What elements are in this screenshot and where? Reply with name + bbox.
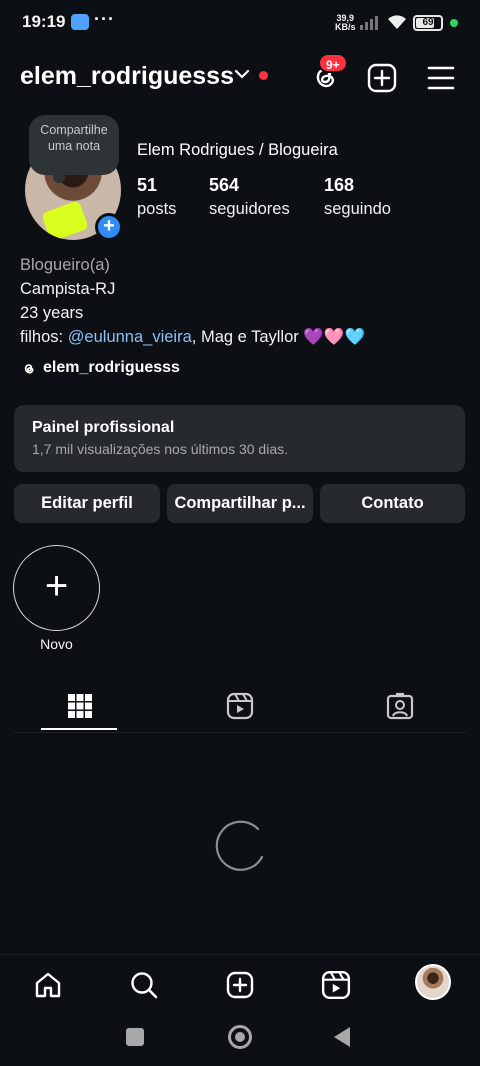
tab-divider [14,732,466,733]
add-content-icon[interactable] [366,62,398,94]
nav-search[interactable] [124,965,164,1005]
bottom-navigation [0,954,480,1014]
home-button-icon[interactable] [228,1025,252,1049]
nav-create[interactable] [220,965,260,1005]
game-controller-icon [71,14,89,30]
stat-label: posts [137,200,177,218]
stat-posts[interactable]: 51 posts [137,174,176,222]
content-tabs [0,680,480,732]
grid-icon [68,694,92,718]
nav-reels[interactable] [316,965,356,1005]
loading-spinner-icon [215,820,264,871]
tab-tagged[interactable] [320,680,480,732]
professional-dashboard[interactable]: Painel profissional 1,7 mil visualizaçõe… [14,405,465,472]
create-icon [226,971,254,999]
wifi-icon [388,15,406,29]
share-profile-button[interactable]: Compartilhar p... [167,484,313,523]
stat-value: 51 [137,175,158,195]
active-tab-indicator [41,728,117,730]
battery-icon: 69 [413,15,443,31]
new-highlight-button[interactable]: + [13,545,100,631]
bio-line: filhos: @eulunna_vieira, Mag e Tayllor 💜… [20,325,365,349]
profile-header: elem_rodriguesss 9+ [0,50,480,104]
stat-label: seguindo [324,200,391,218]
signal-icon [360,16,378,30]
stat-value: 168 [324,175,355,195]
menu-icon[interactable] [424,62,458,94]
back-icon[interactable] [334,1027,350,1047]
threads-profile-link[interactable]: elem_rodriguesss [20,359,180,377]
username-switcher[interactable]: elem_rodriguesss [20,62,234,91]
stat-label: seguidores [209,200,290,218]
status-bar: 19:19 ··· 39,9 KB/s 69 [0,0,480,46]
edit-profile-button[interactable]: Editar perfil [14,484,160,523]
unread-indicator [259,71,268,80]
privacy-indicator-dot [450,19,458,27]
tab-reels[interactable] [160,680,320,732]
reels-icon [321,970,351,1000]
nav-profile-avatar[interactable] [415,964,451,1000]
display-name: Elem Rodrigues / Blogueira [137,141,338,159]
notification-badge[interactable]: 9+ [318,53,348,73]
stat-value: 564 [209,175,240,195]
bio-text: filhos: [20,328,68,346]
system-navigation-bar [0,1014,480,1066]
stat-following[interactable]: 168 seguindo [324,174,391,222]
threads-icon [24,363,34,374]
note-bubble[interactable]: Compartilhe uma nota [29,115,119,183]
tagged-icon [386,692,414,720]
dashboard-subtitle: 1,7 mil visualizações nos últimos 30 dia… [32,441,289,457]
threads-handle: elem_rodriguesss [43,359,180,376]
more-notifications-icon: ··· [94,9,115,29]
stat-followers[interactable]: 564 seguidores [209,174,290,222]
plus-icon: + [44,564,69,608]
bio-mention-link[interactable]: @eulunna_vieira [68,328,192,346]
bio: Blogueiro(a) Campista-RJ 23 years filhos… [20,253,365,349]
bio-line: Campista-RJ [20,280,116,298]
reels-icon [226,692,254,720]
bio-text: , Mag e Tayllor 💜🩷🩵 [191,328,365,346]
recent-apps-icon[interactable] [126,1028,144,1046]
search-icon [131,972,158,999]
chevron-down-icon[interactable] [234,68,250,80]
nav-home[interactable] [28,965,68,1005]
bio-category: Blogueiro(a) [20,256,110,274]
add-story-icon[interactable]: + [95,213,123,241]
dashboard-title: Painel profissional [32,419,175,436]
tab-posts-grid[interactable] [0,680,160,732]
network-speed-unit: KB/s [335,22,356,32]
bio-line: 23 years [20,304,84,322]
battery-level: 69 [422,17,434,28]
home-icon [35,972,61,998]
network-speed: 39,9 KB/s [335,14,356,32]
new-highlight-label: Novo [40,636,73,652]
status-time: 19:19 [22,12,66,31]
contact-button[interactable]: Contato [320,484,465,523]
